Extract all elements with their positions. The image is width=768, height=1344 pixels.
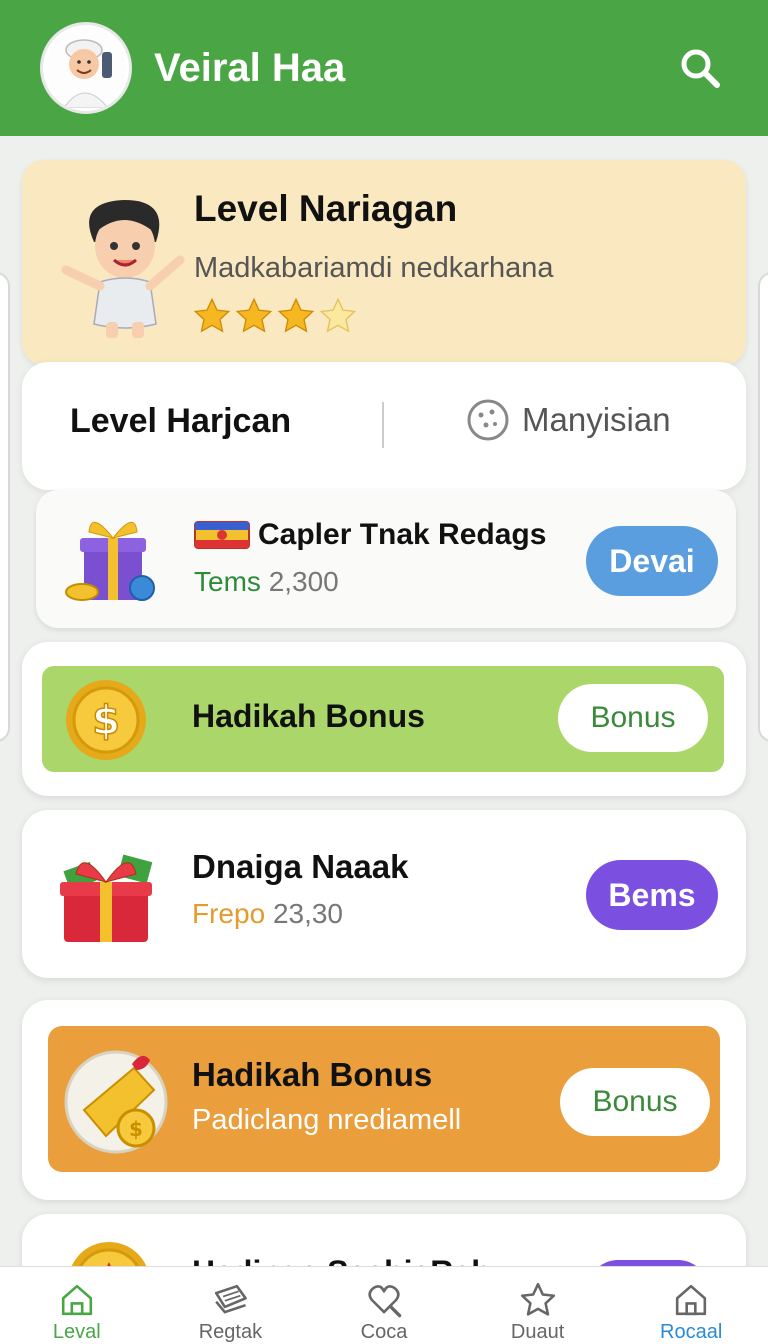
gift-box-icon — [62, 508, 162, 608]
red-gift-icon — [56, 836, 156, 946]
bems-button[interactable]: Bems — [586, 860, 718, 930]
star-filled-icon — [277, 297, 315, 333]
app-header: Veiral Haa — [0, 0, 768, 136]
level-title: Level Nariagan — [194, 188, 458, 229]
home-icon — [61, 1284, 92, 1316]
nav-label: Coca — [360, 1321, 408, 1343]
bonus-band: $ Hadikah Bonus Bonus — [42, 666, 724, 772]
devai-button[interactable]: Devai — [586, 526, 718, 596]
nav-item-duaut[interactable]: Duaut — [461, 1267, 615, 1344]
reward-points-label: Tems — [194, 566, 261, 597]
dollar-coin-icon: $ — [64, 678, 148, 762]
tabs-card: Level Harjcan Manyisian — [22, 362, 746, 490]
level-stars — [192, 296, 358, 336]
tab-level[interactable]: Level Harjcan — [70, 402, 291, 441]
star-icon — [520, 1282, 555, 1316]
child-character-icon — [60, 182, 190, 342]
reward-points-label: Frepo — [192, 898, 266, 929]
reward-points-value: 2,300 — [268, 566, 339, 597]
svg-text:$: $ — [129, 1117, 143, 1141]
house-icon — [676, 1284, 707, 1316]
bonus-button[interactable]: Bonus — [560, 1068, 710, 1136]
layers-icon — [215, 1284, 248, 1314]
search-icon[interactable] — [672, 40, 728, 96]
bonus-title: Hadikah Bonus — [192, 1056, 433, 1093]
bonus-card-2[interactable]: $ Hadikah Bonus Padiclang nrediamell Bon… — [22, 1000, 746, 1200]
nav-item-leval[interactable]: Leval — [0, 1267, 154, 1344]
star-filled-icon — [193, 297, 231, 333]
nav-label: Rocaal — [660, 1321, 723, 1343]
level-subtitle: Madkabariamdi nedkarhana — [194, 252, 554, 284]
tab-manyisian-label: Manyisian — [522, 401, 671, 438]
nav-item-coca[interactable]: Coca — [307, 1267, 461, 1344]
reward-title-row: Capler Tnak Redags — [194, 518, 546, 552]
cookie-icon — [467, 399, 509, 441]
bonus-button[interactable]: Bonus — [558, 684, 708, 752]
tab-manyisian[interactable]: Manyisian — [466, 398, 671, 442]
reward-card-1[interactable]: Capler Tnak Redags Tems 2,300 Devai — [36, 490, 736, 628]
bottom-navigation: Leval Regtak Coca Duaut Rocaal — [0, 1266, 768, 1344]
star-filled-icon — [235, 297, 273, 333]
nav-label: Duaut — [510, 1321, 565, 1343]
nav-item-rocaal[interactable]: Rocaal — [614, 1267, 768, 1344]
reward-title: Capler Tnak Redags — [258, 518, 547, 551]
reward-title: Dnaiga Naaak — [192, 848, 409, 885]
bonus-band: $ Hadikah Bonus Padiclang nrediamell Bon… — [48, 1026, 720, 1172]
nav-label: Regtak — [198, 1321, 263, 1343]
bonus-subtitle: Padiclang nrediamell — [192, 1104, 462, 1136]
nav-item-regtak[interactable]: Regtak — [154, 1267, 308, 1344]
star-empty-icon — [319, 297, 357, 333]
level-card: Level Nariagan Madkabariamdi nedkarhana — [22, 160, 746, 365]
reward-points-value: 23,30 — [272, 898, 344, 929]
reward-card-2[interactable]: Dnaiga Naaak Frepo 23,30 Bems — [22, 810, 746, 978]
heart-search-icon — [368, 1285, 402, 1318]
reward-points: Frepo 23,30 — [192, 898, 343, 930]
app-title: Veiral Haa — [154, 45, 346, 90]
bonus-card-1[interactable]: $ Hadikah Bonus Bonus — [22, 642, 746, 796]
svg-text:$: $ — [92, 698, 120, 744]
ticket-coin-icon: $ — [64, 1040, 174, 1156]
next-card-edge[interactable] — [758, 272, 768, 742]
tab-divider — [382, 402, 384, 448]
user-avatar-icon[interactable] — [40, 22, 132, 114]
reward-points: Tems 2,300 — [194, 566, 339, 598]
nav-label: Leval — [52, 1321, 101, 1343]
previous-card-edge[interactable] — [0, 272, 10, 742]
flag-badge-icon — [194, 521, 250, 549]
bonus-title: Hadikah Bonus — [192, 698, 425, 734]
